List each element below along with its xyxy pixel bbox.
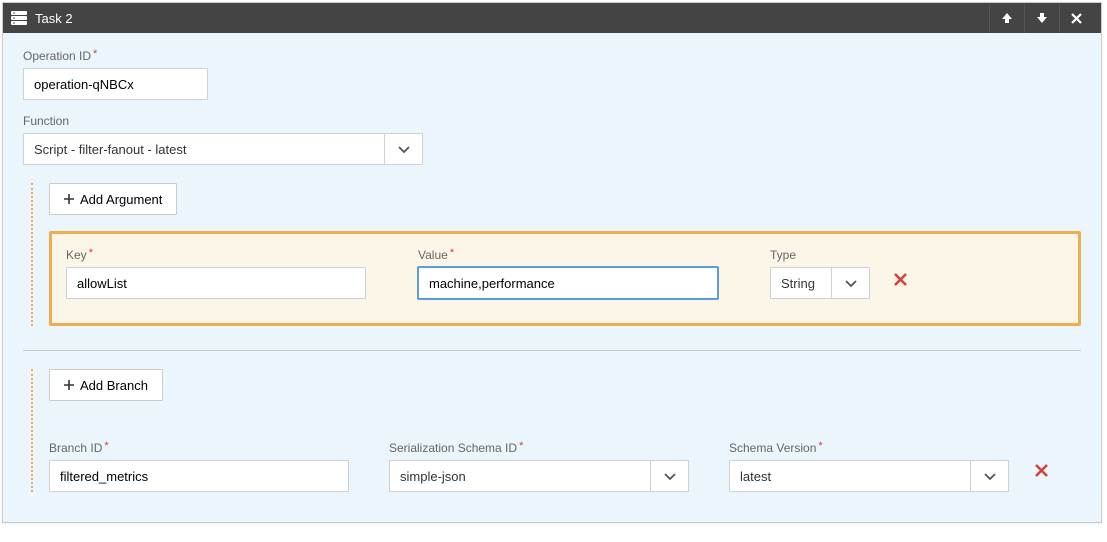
move-down-button[interactable] [1024, 3, 1058, 33]
panel-title: Task 2 [35, 11, 989, 26]
plus-icon [64, 378, 74, 393]
argument-key-label: Key* [66, 248, 366, 262]
delete-argument-button[interactable] [888, 267, 913, 297]
close-button[interactable] [1059, 3, 1093, 33]
schema-version-dropdown-toggle[interactable] [970, 461, 1008, 491]
schema-version-dropdown[interactable]: latest [729, 460, 1009, 492]
panel-header: Task 2 [3, 3, 1101, 33]
schema-version-label: Schema Version* [729, 441, 1009, 455]
required-asterisk: * [93, 48, 97, 60]
schema-id-field: Serialization Schema ID* simple-json [389, 441, 689, 492]
required-asterisk: * [89, 247, 93, 259]
add-branch-label: Add Branch [80, 378, 148, 393]
required-asterisk: * [519, 440, 523, 452]
server-icon [11, 11, 27, 25]
move-up-button[interactable] [989, 3, 1023, 33]
close-icon [894, 273, 907, 291]
argument-type-label: Type [770, 248, 870, 262]
chevron-down-icon [984, 469, 996, 484]
plus-icon [64, 192, 74, 207]
argument-key-input[interactable] [66, 267, 366, 299]
argument-type-dropdown-toggle[interactable] [831, 268, 869, 298]
function-field: Function Script - filter-fanout - latest [23, 114, 1081, 165]
schema-version-value: latest [730, 461, 970, 491]
schema-id-label: Serialization Schema ID* [389, 441, 689, 455]
function-label: Function [23, 114, 1081, 128]
operation-id-label-text: Operation ID [23, 49, 91, 63]
function-dropdown[interactable]: Script - filter-fanout - latest [23, 133, 423, 165]
branch-id-label-text: Branch ID [49, 441, 102, 455]
function-dropdown-value: Script - filter-fanout - latest [24, 134, 384, 164]
task-panel: Task 2 Operation ID* Function Script - f… [2, 2, 1102, 523]
branch-id-input[interactable] [49, 460, 349, 492]
argument-value-field: Value* [418, 248, 718, 299]
delete-branch-button[interactable] [1029, 458, 1054, 488]
argument-value-label: Value* [418, 248, 718, 262]
add-argument-label: Add Argument [80, 192, 162, 207]
close-icon [1035, 464, 1048, 482]
required-asterisk: * [104, 440, 108, 452]
required-asterisk: * [450, 247, 454, 259]
operation-id-label: Operation ID* [23, 49, 1081, 63]
argument-value-label-text: Value [418, 248, 448, 262]
add-branch-button[interactable]: Add Branch [49, 369, 163, 401]
chevron-down-icon [845, 276, 857, 291]
arguments-section: Add Argument Key* Value* [31, 183, 1081, 326]
operation-id-field: Operation ID* [23, 49, 1081, 100]
function-dropdown-toggle[interactable] [384, 134, 422, 164]
argument-row: Key* Value* Type String [49, 231, 1081, 326]
branch-row: Branch ID* Serialization Schema ID* simp… [49, 441, 1081, 492]
chevron-down-icon [398, 142, 410, 157]
chevron-down-icon [664, 469, 676, 484]
operation-id-input[interactable] [23, 68, 208, 100]
panel-body: Operation ID* Function Script - filter-f… [3, 33, 1101, 522]
branches-section: Add Branch Branch ID* Serialization Sche… [31, 369, 1081, 492]
argument-type-field: Type String [770, 248, 870, 299]
schema-id-label-text: Serialization Schema ID [389, 441, 517, 455]
argument-key-field: Key* [66, 248, 366, 299]
argument-type-value: String [771, 268, 831, 298]
schema-id-value: simple-json [390, 461, 650, 491]
argument-value-input[interactable] [418, 267, 718, 299]
required-asterisk: * [818, 440, 822, 452]
add-argument-button[interactable]: Add Argument [49, 183, 177, 215]
schema-version-field: Schema Version* latest [729, 441, 1009, 492]
argument-key-label-text: Key [66, 248, 87, 262]
section-divider [23, 350, 1081, 351]
branch-id-label: Branch ID* [49, 441, 349, 455]
header-actions [989, 3, 1093, 33]
schema-id-dropdown-toggle[interactable] [650, 461, 688, 491]
argument-type-dropdown[interactable]: String [770, 267, 870, 299]
schema-version-label-text: Schema Version [729, 441, 816, 455]
branch-id-field: Branch ID* [49, 441, 349, 492]
schema-id-dropdown[interactable]: simple-json [389, 460, 689, 492]
